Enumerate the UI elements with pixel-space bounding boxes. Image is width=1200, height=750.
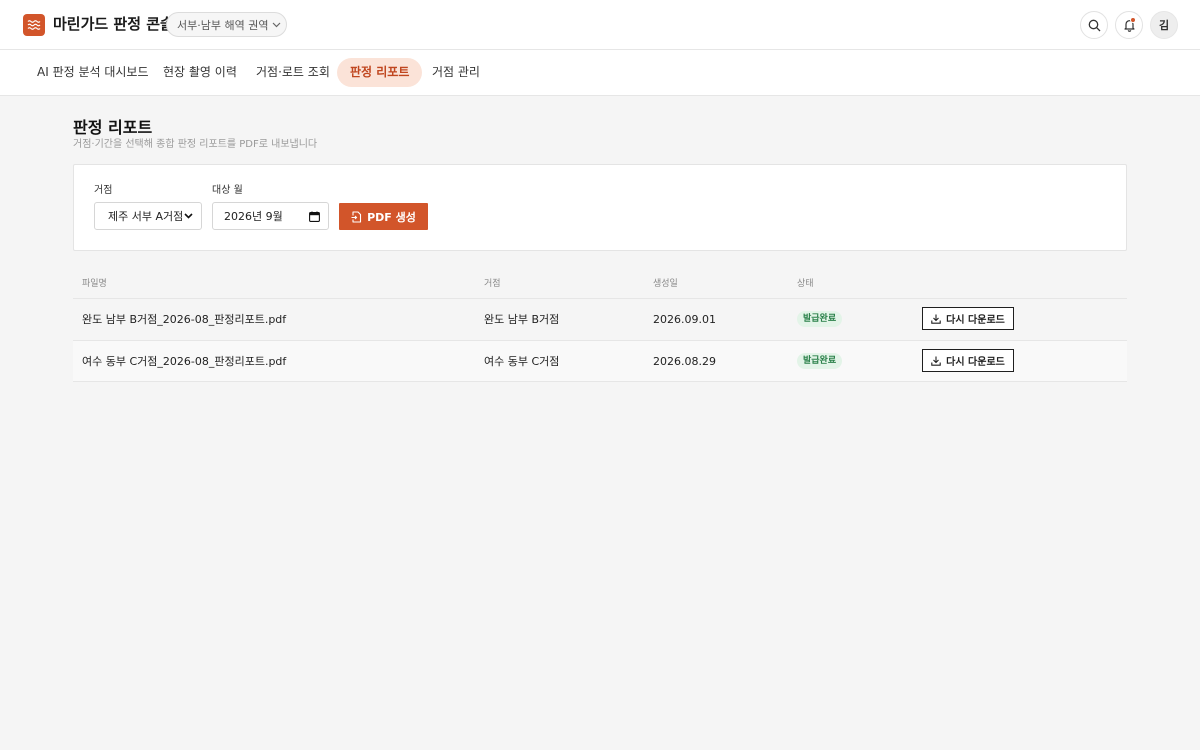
column-header-site: 거점 [484,279,501,289]
calendar-icon[interactable] [309,211,320,222]
region-selector[interactable]: 서부·남부 해역 권역 [166,12,287,37]
row-date: 2026.09.01 [653,313,716,326]
report-filter-panel: 거점 제주 서부 A거점 대상 월 2026년 9월 PDF 생성 [73,164,1127,251]
tab-reports[interactable]: 판정 리포트 [337,58,423,87]
file-export-icon [351,210,362,223]
download-icon [931,356,941,366]
chevron-down-icon [184,213,193,219]
column-header-status: 상태 [797,279,814,289]
search-icon [1088,19,1101,32]
redownload-label: 다시 다운로드 [946,315,1005,326]
table-row: 완도 남부 B거점_2026-08_판정리포트.pdf 완도 남부 B거점 20… [73,299,1127,340]
page-title: 판정 리포트 [73,118,153,137]
tab-ai-dashboard[interactable]: AI 판정 분석 대시보드 [24,58,162,87]
page-subtitle: 거점·기간을 선택해 종합 판정 리포트를 PDF로 내보냅니다 [73,139,318,150]
row-date: 2026.08.29 [653,355,716,368]
notification-dot [1130,17,1136,23]
row-file-name: 여수 동부 C거점_2026-08_판정리포트.pdf [82,355,287,368]
month-input[interactable]: 2026년 9월 [212,202,329,230]
month-input-value: 2026년 9월 [224,210,283,223]
redownload-button[interactable]: 다시 다운로드 [922,307,1014,330]
tab-site-lot-lookup[interactable]: 거점·로트 조회 [243,58,343,87]
row-site: 완도 남부 B거점 [484,313,560,326]
column-header-date: 생성일 [653,279,678,289]
app-title: 마린가드 판정 콘솔 [53,15,174,33]
site-field-label: 거점 [94,185,113,196]
region-label: 서부·남부 해역 권역 [177,18,269,32]
site-select-value: 제주 서부 A거점 [108,210,184,223]
generate-pdf-button[interactable]: PDF 생성 [339,203,428,230]
row-divider [73,381,1127,382]
top-header: 마린가드 판정 콘솔 서부·남부 해역 권역 김 [0,0,1200,50]
status-badge: 발급완료 [797,311,843,327]
generate-pdf-label: PDF 생성 [367,210,416,224]
app-logo-icon [23,14,45,36]
column-header-file: 파일명 [82,279,107,289]
tab-capture-history[interactable]: 현장 촬영 이력 [150,58,250,87]
row-site: 여수 동부 C거점 [484,355,560,368]
nav-tabs: AI 판정 분석 대시보드 현장 촬영 이력 거점·로트 조회 판정 리포트 거… [0,50,1200,96]
chevron-down-icon [272,22,281,28]
row-file-name: 완도 남부 B거점_2026-08_판정리포트.pdf [82,313,287,326]
search-button[interactable] [1080,11,1108,39]
redownload-button[interactable]: 다시 다운로드 [922,349,1014,372]
month-field-label: 대상 월 [212,185,243,196]
status-badge: 발급완료 [797,353,843,369]
user-avatar[interactable]: 김 [1150,11,1178,39]
notifications-button[interactable] [1115,11,1143,39]
table-row: 여수 동부 C거점_2026-08_판정리포트.pdf 여수 동부 C거점 20… [73,341,1127,382]
download-icon [931,314,941,324]
site-select[interactable]: 제주 서부 A거점 [94,202,202,230]
redownload-label: 다시 다운로드 [946,357,1005,368]
tab-site-management[interactable]: 거점 관리 [419,58,493,87]
